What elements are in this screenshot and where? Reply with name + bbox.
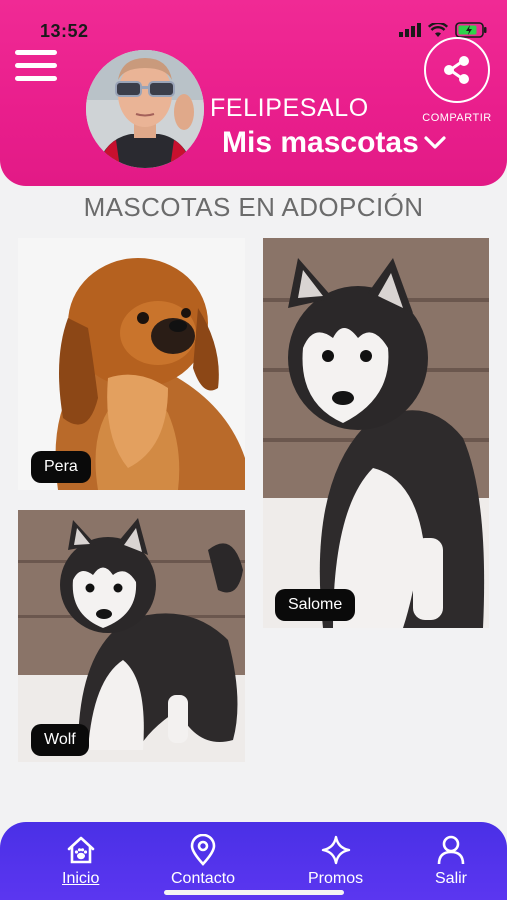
location-pin-icon — [190, 834, 216, 866]
home-indicator — [164, 890, 344, 895]
home-paw-icon — [67, 836, 94, 864]
hamburger-line — [15, 63, 57, 68]
share-label: COMPARTIR — [422, 112, 492, 124]
hamburger-line — [15, 50, 57, 55]
pet-photo — [263, 238, 489, 628]
hamburger-line — [15, 76, 57, 81]
status-icons — [399, 22, 487, 38]
pet-name-tag: Salome — [275, 589, 356, 621]
bottom-nav: Inicio Contacto Promos Salir — [0, 822, 507, 900]
signal-icon — [399, 23, 421, 37]
pets-dropdown-label: Mis mascotas — [222, 126, 419, 159]
pets-dropdown[interactable]: Mis mascotas — [222, 126, 447, 160]
battery-icon — [455, 22, 487, 38]
share-icon — [444, 56, 469, 84]
nav-label: Contacto — [171, 870, 236, 887]
nav-label: Promos — [308, 870, 364, 887]
app-header: 13:52 FELIPESALO Mis mascotas COMPARTIR — [0, 0, 507, 186]
pet-name-tag: Pera — [31, 451, 91, 483]
pet-card-pera[interactable]: Pera — [18, 238, 245, 490]
nav-label: Salir — [435, 870, 468, 887]
user-icon — [437, 835, 465, 865]
pet-card-salome[interactable]: Salome — [263, 238, 489, 628]
nav-item-contacto[interactable]: Contacto — [171, 834, 235, 888]
share-button[interactable] — [424, 37, 490, 103]
nav-label: Inicio — [62, 870, 100, 887]
section-title: MASCOTAS EN ADOPCIÓN — [83, 192, 424, 222]
status-bar: 13:52 — [0, 0, 507, 46]
chevron-down-icon — [424, 136, 446, 149]
nav-item-salir[interactable]: Salir — [435, 834, 467, 888]
nav-item-promos[interactable]: Promos — [308, 834, 363, 888]
status-time: 13:52 — [40, 21, 89, 41]
avatar-photo — [86, 50, 204, 168]
nav-item-inicio[interactable]: Inicio — [62, 834, 99, 888]
username: FELIPESALO — [210, 94, 369, 122]
pet-card-wolf[interactable]: Wolf — [18, 510, 245, 762]
pet-name-tag: Wolf — [31, 724, 89, 756]
menu-button[interactable] — [15, 50, 59, 90]
wifi-icon — [428, 22, 448, 37]
sparkle-icon — [321, 835, 350, 865]
avatar[interactable] — [86, 50, 204, 168]
